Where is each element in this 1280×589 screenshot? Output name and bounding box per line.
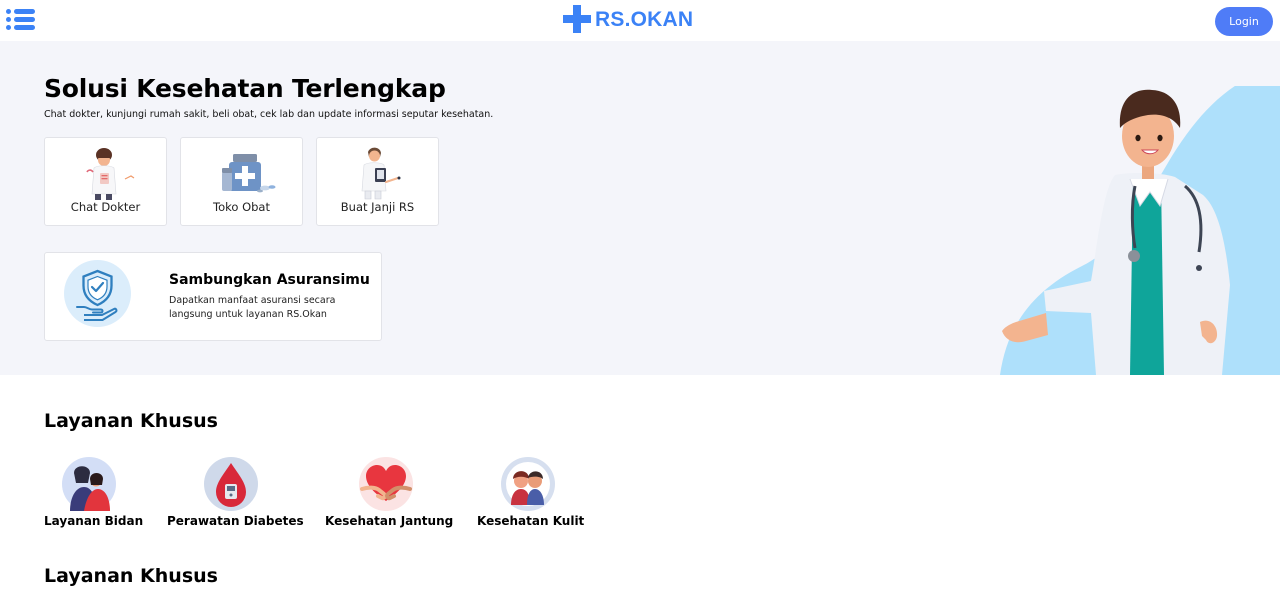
special-service-layanan-bidan[interactable]: Layanan Bidan — [44, 457, 144, 537]
service-label: Buat Janji RS — [340, 200, 415, 214]
special-service-kesehatan-jantung[interactable]: Kesehatan Jantung — [325, 457, 454, 537]
hero-title: Solusi Kesehatan Terlengkap — [44, 74, 446, 103]
medicine-bottles-illustration — [222, 154, 276, 193]
special-service-label: Kesehatan Kulit — [477, 514, 585, 528]
midwife-icon — [62, 457, 116, 511]
second-section-title: Layanan Khusus — [44, 565, 218, 587]
menu-list-icon[interactable] — [6, 9, 35, 31]
heart-icon — [359, 457, 413, 511]
special-service-label: Layanan Bidan — [44, 514, 144, 528]
doctor-illustration — [1000, 86, 1280, 375]
insurance-description: Dapatkan manfaat asuransi secara langsun… — [169, 295, 336, 320]
brand-name: RS.OKAN — [595, 8, 694, 31]
insurance-shield-hand-icon — [64, 260, 131, 327]
special-service-label: Kesehatan Jantung — [325, 514, 454, 528]
login-button[interactable]: Login — [1215, 7, 1273, 36]
service-card-buat-janji-rs[interactable]: Buat Janji RS — [316, 137, 439, 226]
connect-insurance-card[interactable]: Sambungkan Asuransimu Dapatkan manfaat a… — [44, 252, 382, 341]
service-card-chat-dokter[interactable]: Chat Dokter — [44, 137, 167, 226]
doctor-chat-illustration — [86, 148, 135, 200]
hero-section: Solusi Kesehatan Terlengkap Chat dokter,… — [0, 41, 1280, 375]
special-services-title: Layanan Khusus — [44, 410, 218, 432]
special-service-label: Perawatan Diabetes — [167, 514, 304, 528]
medical-cross-icon — [563, 5, 591, 33]
insurance-title: Sambungkan Asuransimu — [169, 272, 370, 288]
doctor-appointment-illustration — [361, 147, 401, 200]
skin-icon — [501, 457, 555, 511]
service-label: Toko Obat — [213, 200, 270, 214]
service-label: Chat Dokter — [70, 200, 141, 214]
top-navbar: RS.OKAN Login — [0, 0, 1280, 41]
hero-subtitle: Chat dokter, kunjungi rumah sakit, beli … — [44, 109, 494, 120]
special-service-kesehatan-kulit[interactable]: Kesehatan Kulit — [477, 457, 585, 537]
diabetes-icon — [204, 457, 258, 511]
service-card-toko-obat[interactable]: Toko Obat — [180, 137, 303, 226]
special-service-perawatan-diabetes[interactable]: Perawatan Diabetes — [167, 457, 304, 537]
